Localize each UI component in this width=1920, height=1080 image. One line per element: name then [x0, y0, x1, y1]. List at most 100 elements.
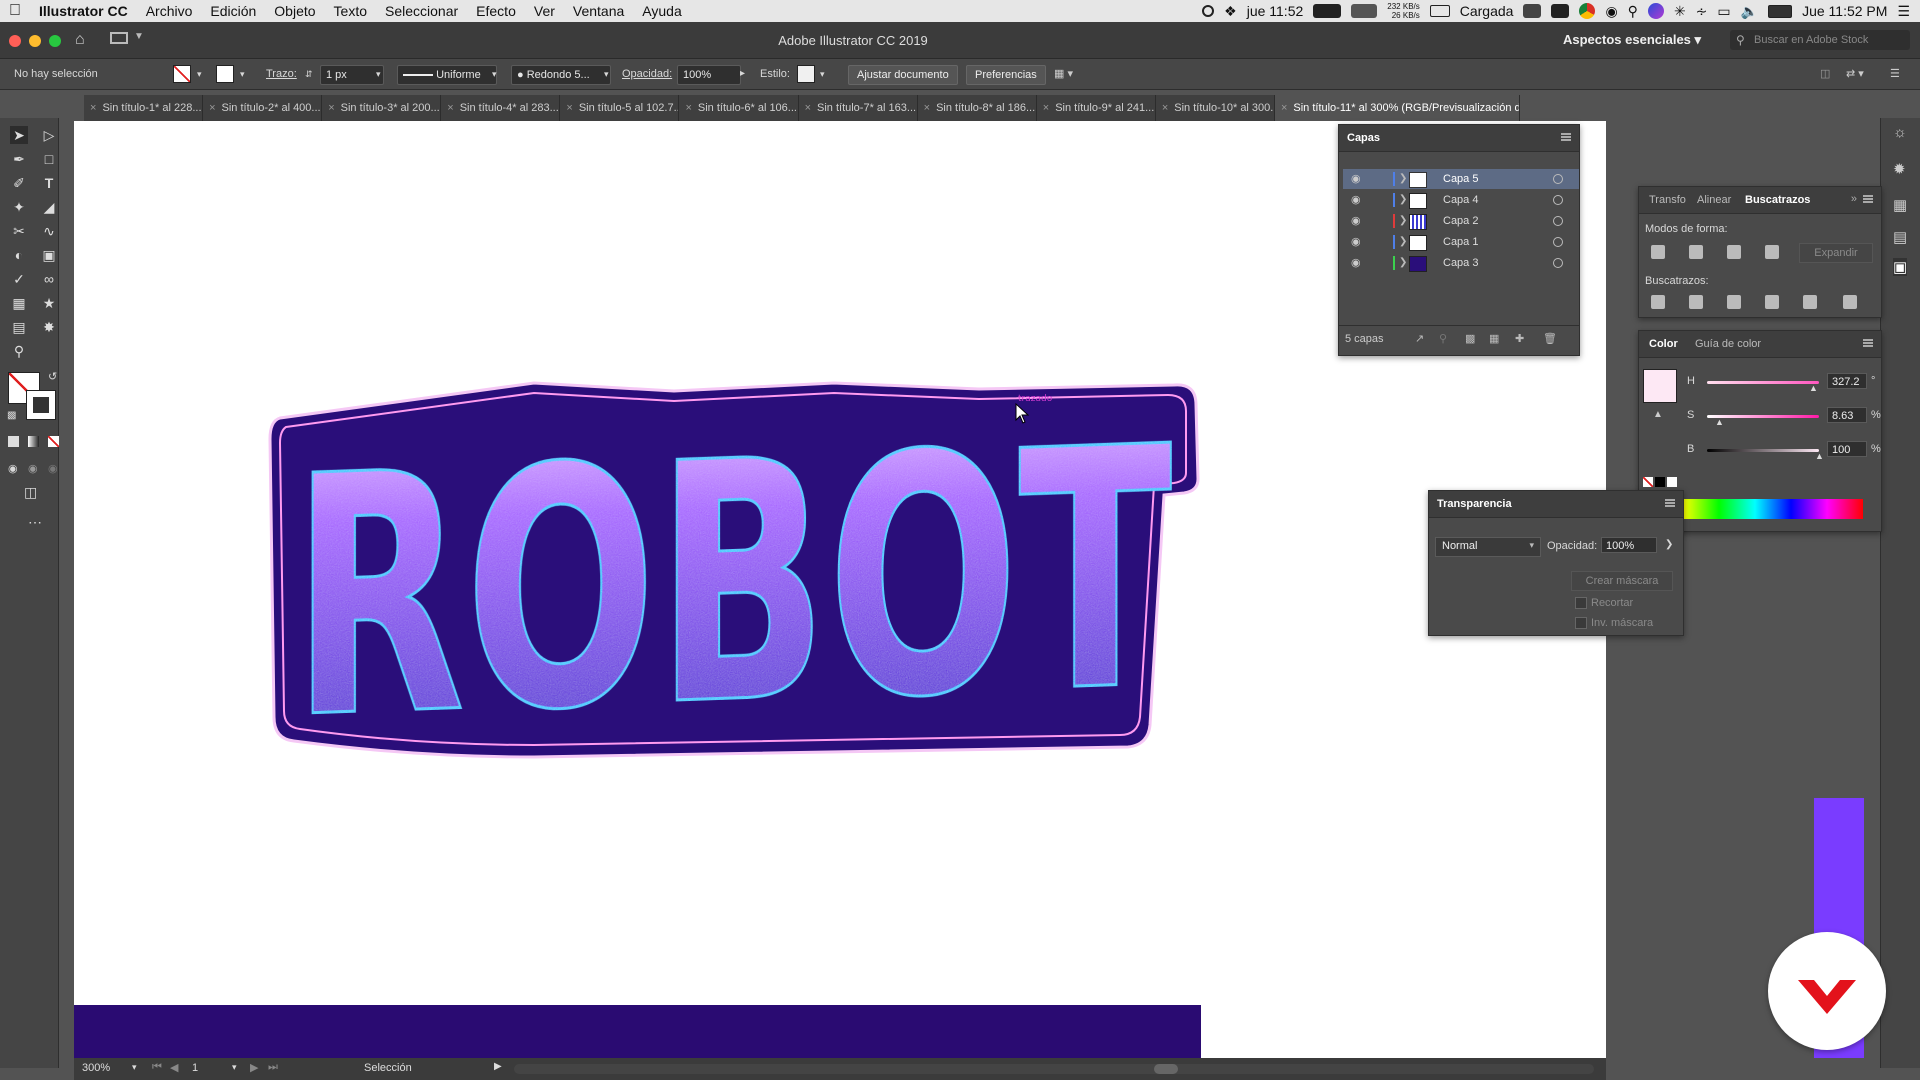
fill-chevron-icon[interactable]: ▾ — [197, 65, 202, 83]
crop-icon[interactable] — [1765, 295, 1779, 309]
stroke-weight-chevron-icon[interactable]: ▾ — [376, 65, 381, 83]
saturation-slider-thumb[interactable]: ▲ — [1715, 417, 1724, 427]
asset-export-icon[interactable]: ▤ — [1893, 228, 1907, 246]
hue-slider[interactable] — [1707, 381, 1819, 384]
tab-pathfinder[interactable]: Buscatrazos — [1739, 187, 1816, 213]
slice-tool-icon[interactable]: ▤ — [10, 318, 28, 336]
minus-front-icon[interactable] — [1689, 245, 1703, 259]
unite-icon[interactable] — [1651, 245, 1665, 259]
menu-edicion[interactable]: Edición — [201, 3, 265, 19]
artboards-panel-icon[interactable]: ▦ — [1893, 196, 1907, 214]
stroke-swatch[interactable] — [216, 65, 234, 83]
expand-layer-icon[interactable]: ❯ — [1399, 211, 1407, 231]
document-tab[interactable]: × Sin título-9* al 241... — [1037, 95, 1156, 121]
make-mask-button[interactable]: Crear máscara — [1571, 571, 1673, 591]
stroke-label[interactable]: Trazo: — [266, 65, 297, 83]
tab-color[interactable]: Color — [1643, 331, 1684, 357]
layer-row[interactable]: ◉ ❯ Capa 5 — [1343, 169, 1579, 189]
visibility-eye-icon[interactable]: ◉ — [1351, 211, 1361, 231]
direct-selection-tool-icon[interactable]: ▷ — [40, 126, 58, 144]
layer-target-icon[interactable] — [1553, 258, 1563, 268]
document-tab[interactable]: × Sin título-5 al 102.7... — [560, 95, 680, 121]
opacity-expand-icon[interactable]: ❯ — [1665, 539, 1673, 550]
document-tab[interactable]: × Sin título-6* al 106... — [679, 95, 799, 121]
new-sublayer-icon[interactable]: ▦ — [1489, 332, 1499, 345]
expand-button[interactable]: Expandir — [1799, 243, 1873, 263]
opacity-label[interactable]: Opacidad: — [622, 65, 672, 83]
expand-layer-icon[interactable]: ❯ — [1399, 190, 1407, 210]
chrome-icon[interactable] — [1579, 3, 1596, 19]
menu-ayuda[interactable]: Ayuda — [633, 3, 690, 19]
stroke-chevron-icon[interactable]: ▾ — [240, 65, 245, 83]
close-tab-icon[interactable]: × — [209, 102, 215, 114]
notification-center-icon[interactable]: ☰ — [1897, 3, 1910, 20]
apple-menu-icon[interactable]:  — [0, 2, 30, 20]
zoom-chevron-icon[interactable]: ▾ — [132, 1062, 137, 1073]
app-menu[interactable]: Illustrator CC — [30, 3, 137, 19]
panel-menu-icon[interactable] — [1665, 499, 1675, 507]
memory-meter-icon[interactable] — [1351, 4, 1378, 18]
type-tool-icon[interactable]: T — [40, 174, 58, 192]
expand-layer-icon[interactable]: ❯ — [1399, 232, 1407, 252]
draw-inside-icon[interactable]: ◉ — [48, 462, 58, 475]
stock-search-input[interactable]: ⚲ Buscar en Adobe Stock — [1730, 30, 1910, 50]
close-tab-icon[interactable]: × — [1281, 102, 1287, 114]
new-layer-icon[interactable]: ✚ — [1515, 332, 1524, 345]
eyedropper-tool-icon[interactable]: ✓ — [10, 270, 28, 288]
layer-name[interactable]: Capa 1 — [1443, 232, 1478, 252]
symbol-sprayer-tool-icon[interactable]: ★ — [40, 294, 58, 312]
expand-layer-icon[interactable]: ❯ — [1399, 253, 1407, 273]
layers-dock-icon[interactable]: ▣ — [1893, 258, 1908, 276]
menu-seleccionar[interactable]: Seleccionar — [376, 3, 467, 19]
purple-banner-shape[interactable] — [74, 1005, 1201, 1058]
network-stats[interactable]: 232 KB/s 26 KB/s — [1387, 2, 1419, 20]
layer-target-icon[interactable] — [1553, 195, 1563, 205]
menu-efecto[interactable]: Efecto — [467, 3, 525, 19]
transparency-opacity-input[interactable]: 100% — [1601, 537, 1657, 553]
more-tools-icon[interactable]: ⋯ — [28, 514, 42, 531]
panel-menu-icon[interactable] — [1863, 195, 1873, 203]
menu-ventana[interactable]: Ventana — [564, 3, 633, 19]
hue-input[interactable]: 327.2 — [1827, 373, 1867, 389]
close-tab-icon[interactable]: × — [90, 102, 96, 114]
airplay-icon[interactable]: ▭ — [1717, 3, 1730, 20]
layer-name[interactable]: Capa 5 — [1443, 169, 1478, 189]
expand-layer-icon[interactable]: ❯ — [1399, 169, 1407, 189]
wifi-icon[interactable]: ∻ — [1696, 3, 1708, 20]
black-swatch[interactable] — [1655, 477, 1665, 487]
rectangle-tool-icon[interactable]: □ — [40, 150, 58, 168]
locate-object-icon[interactable]: ⚲ — [1439, 332, 1447, 345]
minus-back-icon[interactable] — [1843, 295, 1857, 309]
control-bar-menu-icon[interactable]: ☰ — [1890, 65, 1900, 83]
menubar-clock-long[interactable]: Jue 11:52 PM — [1802, 3, 1887, 19]
layer-row[interactable]: ◉ ❯ Capa 1 — [1343, 232, 1579, 252]
artboard-number-field[interactable]: 1 — [192, 1062, 198, 1074]
saturation-input[interactable]: 8.63 — [1827, 407, 1867, 423]
selection-tool-icon[interactable]: ➤ — [10, 126, 28, 144]
fit-document-button[interactable]: Ajustar documento — [848, 65, 958, 85]
style-chevron-icon[interactable]: ▾ — [820, 65, 825, 83]
out-of-web-color-icon[interactable]: ▲ — [1653, 409, 1663, 420]
arrange-docs-icon[interactable]: ▦ ▾ — [1054, 65, 1073, 83]
stroke-swatch-large[interactable] — [26, 390, 56, 420]
current-color-swatch[interactable] — [1643, 369, 1677, 403]
close-tab-icon[interactable]: × — [924, 102, 930, 114]
menu-objeto[interactable]: Objeto — [265, 3, 324, 19]
document-tab[interactable]: × Sin título-7* al 163... — [799, 95, 918, 121]
visibility-eye-icon[interactable]: ◉ — [1351, 169, 1361, 189]
close-tab-icon[interactable]: × — [566, 102, 572, 114]
invert-mask-checkbox[interactable] — [1575, 617, 1587, 629]
properties-icon[interactable]: ✹ — [1893, 160, 1906, 178]
visibility-eye-icon[interactable]: ◉ — [1351, 190, 1361, 210]
layers-panel-title[interactable]: Capas — [1339, 125, 1388, 151]
display-icon[interactable] — [1551, 4, 1570, 18]
layer-target-icon[interactable] — [1553, 237, 1563, 247]
libraries-icon[interactable]: ☼ — [1893, 124, 1907, 141]
gradient-tool-icon[interactable]: ▣ — [40, 246, 58, 264]
keyboard-icon[interactable] — [1523, 4, 1542, 18]
robot-text[interactable]: ROBOT — [291, 375, 1175, 793]
close-tab-icon[interactable]: × — [328, 102, 334, 114]
shaper-tool-icon[interactable]: ✦ — [10, 198, 28, 216]
panel-menu-icon[interactable] — [1863, 339, 1873, 347]
pen-tool-icon[interactable]: ✒ — [10, 150, 28, 168]
